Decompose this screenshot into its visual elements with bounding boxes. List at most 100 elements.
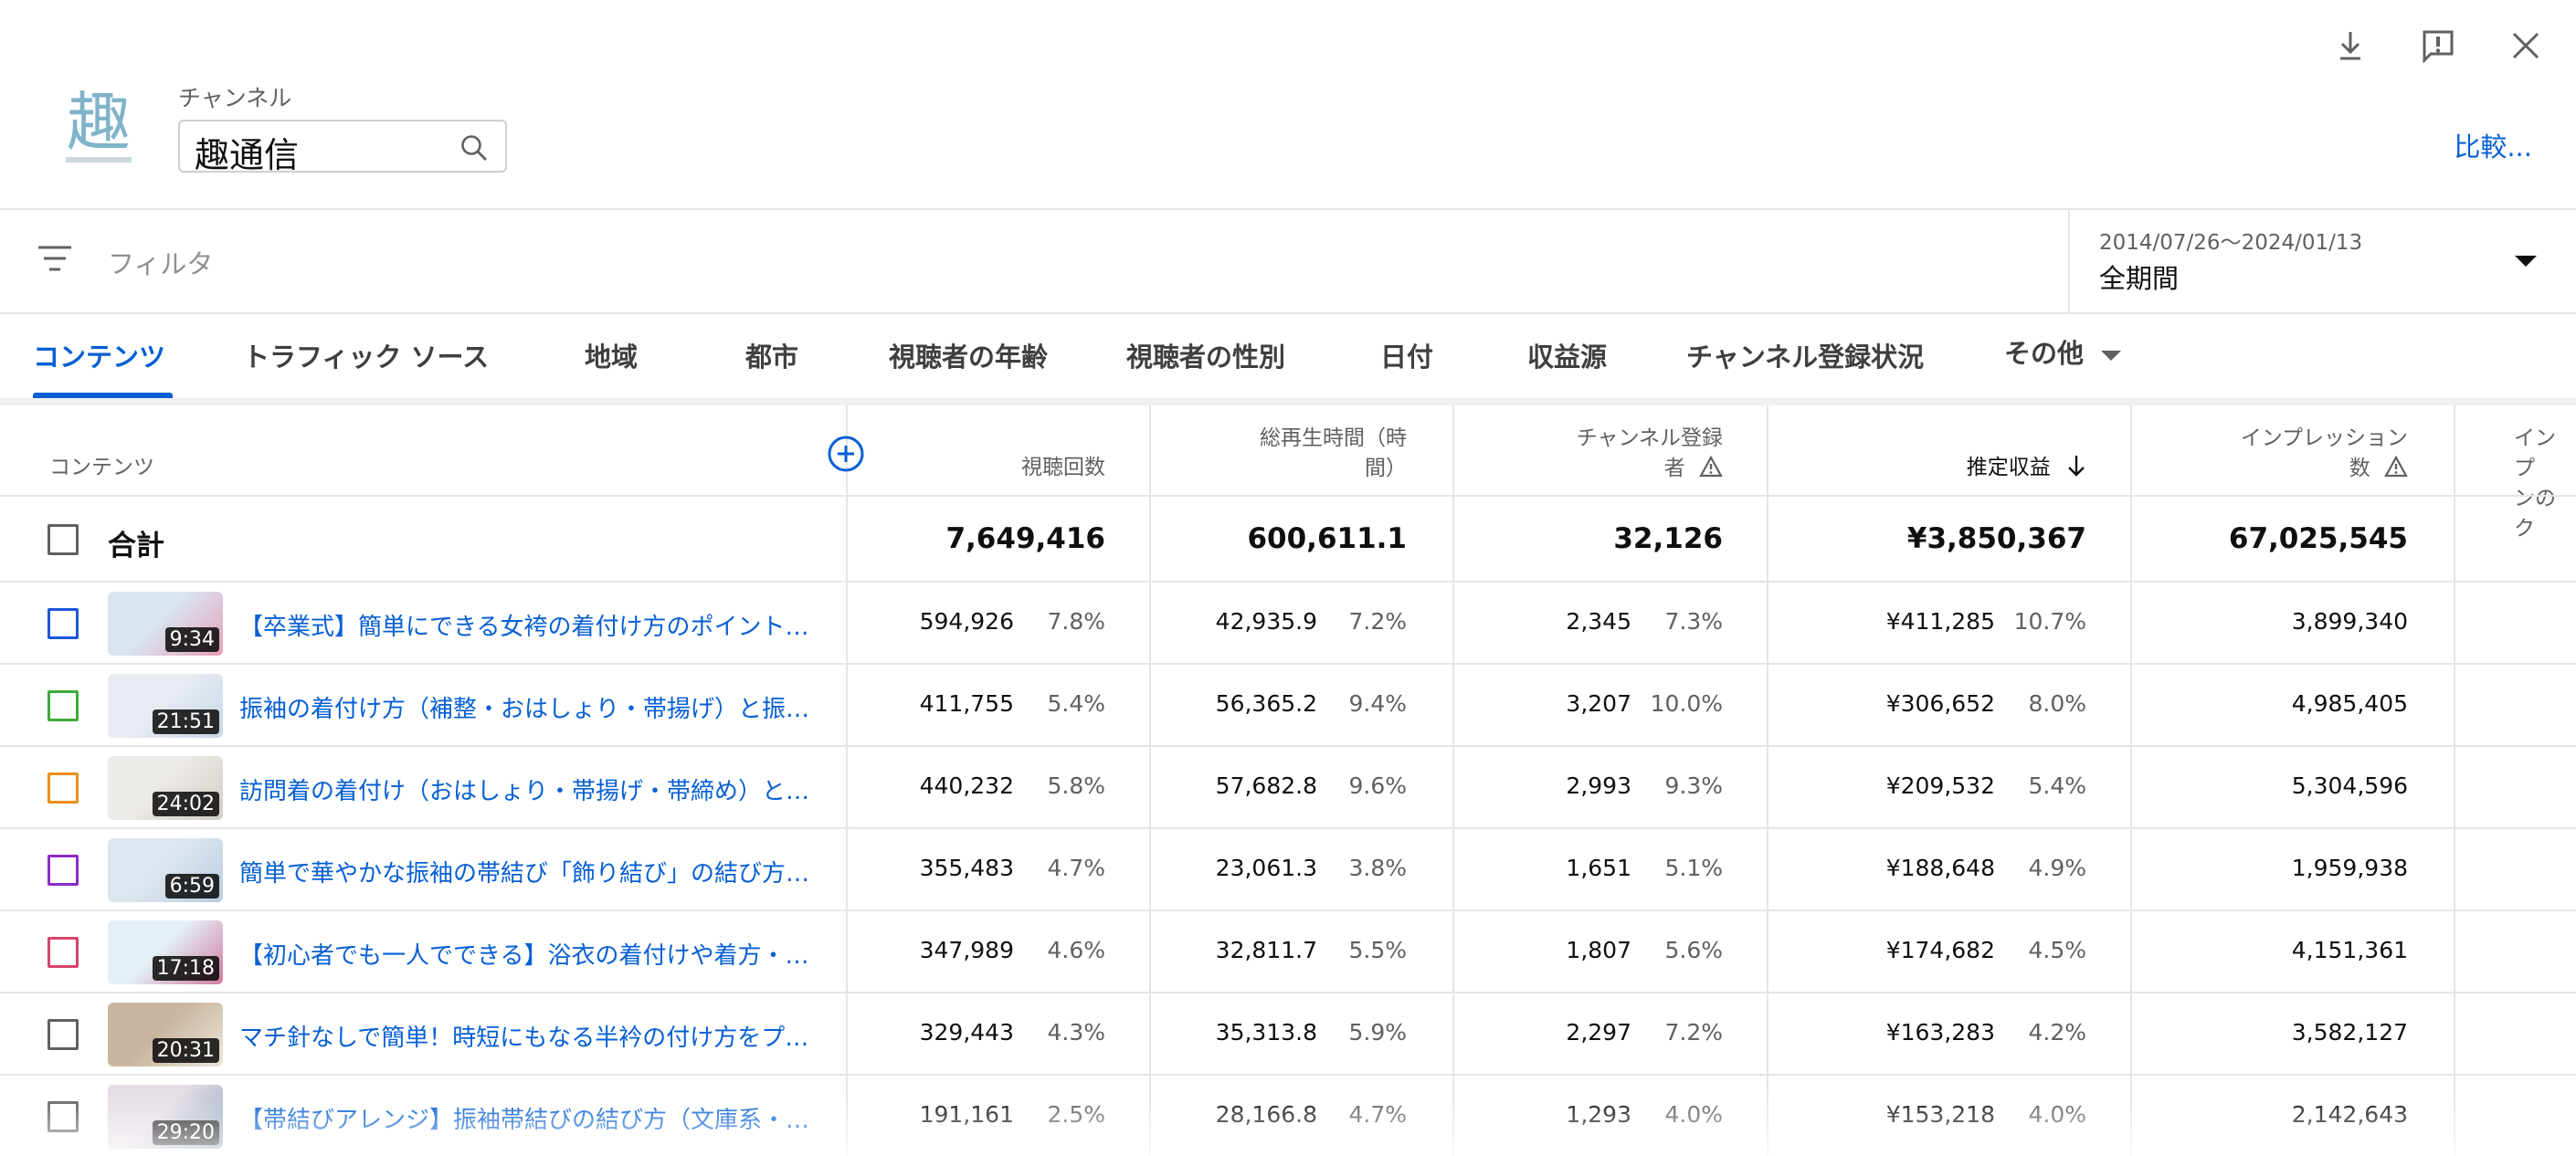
divider <box>2068 210 2070 312</box>
subscribers-header-line2-wrap: 者 <box>1480 454 1723 484</box>
impressions-header-line1: インプレッション <box>2240 426 2408 450</box>
watch-time-percent: 5.9% <box>1348 1019 1407 1046</box>
subscribers-header-line2: 者 <box>1663 457 1685 480</box>
tab-viewer-gender[interactable]: 視聴者の性別 <box>1126 336 1285 374</box>
logo-glyph: 趣 <box>67 85 131 160</box>
row-checkbox[interactable] <box>48 690 79 721</box>
column-header-revenue[interactable]: 推定収益 <box>1800 453 2086 483</box>
channel-name[interactable]: 趣通信 <box>195 127 299 177</box>
row-divider <box>0 495 2576 497</box>
video-duration: 24:02 <box>152 792 219 816</box>
warning-icon <box>2384 455 2408 478</box>
tab-more-label[interactable]: その他 <box>2004 338 2084 369</box>
revenue-percent: 8.0% <box>2028 690 2086 717</box>
watch-time-header-line1: 総再生時間（時 <box>1260 426 1407 450</box>
add-column-icon[interactable] <box>827 435 865 477</box>
close-icon[interactable] <box>2506 26 2546 66</box>
tab-geography[interactable]: 地域 <box>585 336 638 374</box>
tab-revenue-source[interactable]: 収益源 <box>1527 336 1607 374</box>
column-header-subscribers[interactable]: チャンネル登録 者 <box>1480 424 1723 484</box>
download-icon[interactable] <box>2330 26 2370 66</box>
watch-time-value: 56,365.2 <box>1215 690 1317 717</box>
filter-icon[interactable] <box>37 243 73 278</box>
video-title-link[interactable]: 訪問着の着付け（おはしょり・帯揚げ・帯締め）と袋… <box>239 772 824 806</box>
row-checkbox[interactable] <box>48 1101 79 1132</box>
chevron-down-icon[interactable] <box>2514 254 2538 272</box>
feedback-icon[interactable] <box>2418 26 2458 66</box>
subscribers-value: 1,293 <box>1566 1101 1631 1128</box>
sort-desc-icon <box>2068 456 2085 477</box>
impressions-value: 2,142,643 <box>2291 1101 2408 1128</box>
row-divider <box>0 663 2576 665</box>
subscribers-percent: 9.3% <box>1664 772 1723 799</box>
video-thumbnail[interactable]: 29:20 <box>108 1085 223 1149</box>
subscribers-percent: 5.1% <box>1664 855 1723 881</box>
views-percent: 4.3% <box>1047 1019 1105 1046</box>
video-thumbnail[interactable]: 21:51 <box>108 674 223 738</box>
views-value: 191,161 <box>919 1101 1014 1128</box>
watch-time-value: 32,811.7 <box>1215 937 1317 963</box>
views-value: 355,483 <box>919 855 1014 881</box>
channel-label: チャンネル <box>178 85 292 111</box>
impressions-header-line2-wrap: 数 <box>2147 454 2408 484</box>
row-divider <box>0 1074 2576 1076</box>
video-title-link[interactable]: 【卒業式】簡単にできる女袴の着付け方のポイントを… <box>239 608 824 642</box>
video-thumbnail[interactable]: 20:31 <box>108 1003 223 1067</box>
views-percent: 2.5% <box>1047 1101 1105 1128</box>
column-header-watch-time[interactable]: 総再生時間（時 間） <box>1178 424 1407 484</box>
watch-time-header-line2: 間） <box>1365 457 1407 480</box>
search-icon[interactable] <box>459 133 489 166</box>
views-value: 411,755 <box>919 690 1014 717</box>
watch-time-value: 28,166.8 <box>1215 1101 1317 1128</box>
impressions-header-line2: 数 <box>2349 457 2370 480</box>
column-header-ctr[interactable]: インプ ンのク <box>2514 424 2576 544</box>
video-duration: 21:51 <box>152 709 219 734</box>
video-title-link[interactable]: 振袖の着付け方（補整・おはしょり・帯揚げ）と振袖… <box>239 690 824 724</box>
views-value: 594,926 <box>919 608 1014 635</box>
revenue-percent: 4.9% <box>2028 855 2086 881</box>
video-thumbnail[interactable]: 6:59 <box>108 838 223 902</box>
video-title-link[interactable]: マチ針なしで簡単！時短にもなる半衿の付け方をプロ… <box>239 1019 824 1053</box>
subscribers-value: 2,993 <box>1566 772 1631 799</box>
date-range[interactable]: 2014/07/26～2024/01/13 <box>2099 225 2362 256</box>
row-divider <box>0 745 2576 747</box>
revenue-value: ¥174,682 <box>1885 937 1995 963</box>
compare-link[interactable]: 比較... <box>2454 126 2532 164</box>
tab-content[interactable]: コンテンツ <box>33 336 165 374</box>
subscribers-percent: 10.0% <box>1650 690 1723 717</box>
totals-label: 合計 <box>108 530 164 562</box>
tab-traffic-source[interactable]: トラフィック ソース <box>243 336 489 374</box>
tab-subscription-status[interactable]: チャンネル登録状況 <box>1686 336 1924 374</box>
row-checkbox[interactable] <box>48 855 79 886</box>
select-all-checkbox[interactable] <box>48 524 79 555</box>
tab-more[interactable]: その他 <box>2004 332 2122 371</box>
column-divider <box>846 405 848 1156</box>
video-title-link[interactable]: 【帯結びアレンジ】振袖帯結びの結び方（文庫系・立… <box>239 1101 824 1135</box>
tab-date[interactable]: 日付 <box>1380 336 1433 374</box>
column-header-views[interactable]: 視聴回数 <box>877 453 1105 483</box>
row-checkbox[interactable] <box>48 937 79 968</box>
channel-selector[interactable]: 趣通信 <box>178 120 507 175</box>
tab-shadow <box>0 398 2576 405</box>
row-checkbox[interactable] <box>48 1019 79 1050</box>
video-thumbnail[interactable]: 24:02 <box>108 756 223 820</box>
revenue-percent: 10.7% <box>2013 608 2086 635</box>
tab-viewer-age[interactable]: 視聴者の年齢 <box>889 336 1048 374</box>
video-thumbnail[interactable]: 17:18 <box>108 920 223 984</box>
video-title-link[interactable]: 【初心者でも一人でできる】浴衣の着付けや着方・お… <box>239 937 824 971</box>
column-header-impressions[interactable]: インプレッション 数 <box>2147 424 2408 484</box>
views-value: 440,232 <box>919 772 1014 799</box>
row-checkbox[interactable] <box>48 772 79 804</box>
subscribers-value: 1,807 <box>1566 937 1631 963</box>
column-divider <box>2454 405 2455 1156</box>
video-thumbnail[interactable]: 9:34 <box>108 592 223 656</box>
video-title-link[interactable]: 簡単で華やかな振袖の帯結び「飾り結び」の結び方｜… <box>239 855 824 888</box>
row-checkbox[interactable] <box>48 608 79 639</box>
date-period[interactable]: 全期間 <box>2099 257 2179 296</box>
total-impressions: 67,025,545 <box>2228 522 2408 555</box>
tab-city[interactable]: 都市 <box>745 336 798 374</box>
column-divider <box>1452 405 1454 1156</box>
total-revenue: ¥3,850,367 <box>1906 522 2086 555</box>
subscribers-value: 1,651 <box>1566 855 1631 881</box>
filter-input[interactable]: フィルタ <box>108 243 213 281</box>
